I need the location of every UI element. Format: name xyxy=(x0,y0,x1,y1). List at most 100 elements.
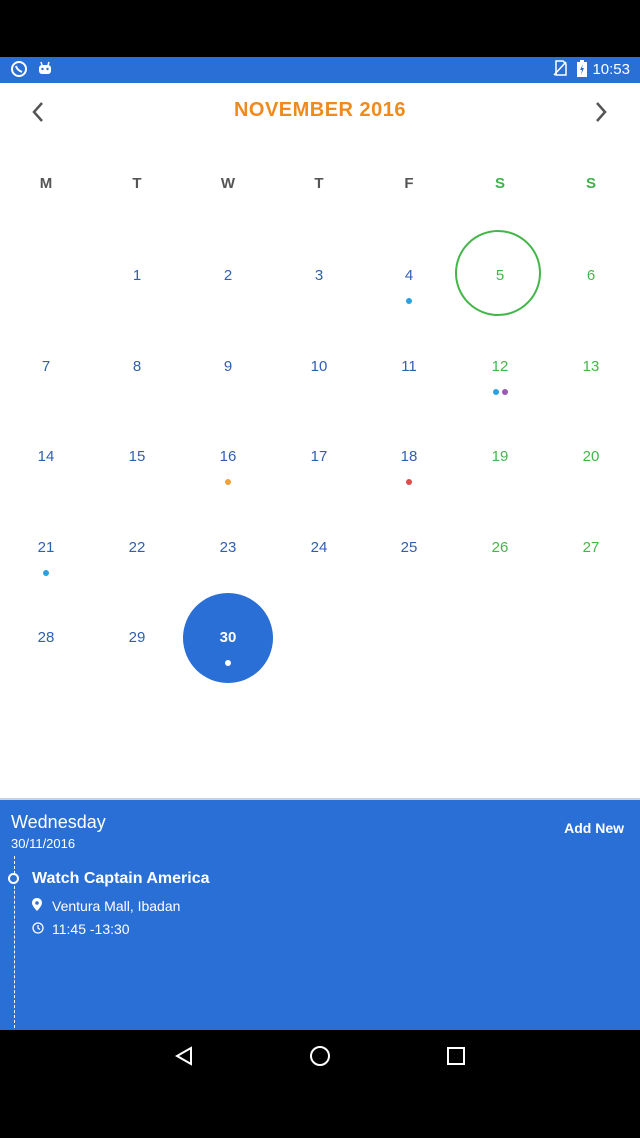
day-number: 28 xyxy=(37,629,55,646)
day-number: 27 xyxy=(582,539,600,556)
day-number: 3 xyxy=(314,267,324,284)
status-bar: 10:53 xyxy=(0,57,640,83)
event-dot xyxy=(492,389,499,395)
back-triangle-icon xyxy=(174,1046,192,1066)
event-dot xyxy=(225,479,231,485)
day-number: 14 xyxy=(37,448,55,465)
day-cell[interactable]: 11 xyxy=(379,357,439,417)
recents-square-icon xyxy=(447,1047,465,1065)
day-number: 24 xyxy=(310,539,328,556)
day-cell[interactable]: 7 xyxy=(16,357,76,417)
day-cell[interactable]: 6 xyxy=(561,266,621,326)
calendar-view: NOVEMBER 2016 MTWTFSS 1 2 3 4 5 6 7 8 9 10 11 12 13 1… xyxy=(0,83,640,798)
weekday-header: W xyxy=(220,175,236,192)
day-number: 11 xyxy=(401,358,417,375)
day-number: 13 xyxy=(582,358,600,375)
day-number: 16 xyxy=(219,448,237,465)
event-time-row: 11:45 -13:30 xyxy=(32,921,130,937)
day-cell[interactable]: 4 xyxy=(379,266,439,326)
day-cell[interactable]: 5 xyxy=(470,266,530,326)
day-number: 23 xyxy=(219,539,237,556)
month-title: NOVEMBER 2016 xyxy=(233,99,407,121)
day-number: 19 xyxy=(491,448,509,465)
day-number: 12 xyxy=(491,358,509,375)
day-number: 20 xyxy=(582,448,600,465)
day-cell[interactable]: 24 xyxy=(289,538,349,598)
clock-icon xyxy=(32,921,44,937)
day-cell[interactable]: 26 xyxy=(470,538,530,598)
day-number: 25 xyxy=(400,539,418,556)
day-number: 2 xyxy=(223,267,233,284)
timeline-node xyxy=(8,873,19,884)
weekday-header: M xyxy=(39,175,53,192)
event-dot xyxy=(43,570,49,576)
event-time: 11:45 -13:30 xyxy=(52,921,130,937)
day-number: 9 xyxy=(223,358,233,375)
no-sim-icon xyxy=(550,60,570,80)
weekday-header: T xyxy=(132,175,142,192)
next-month-button[interactable] xyxy=(583,95,619,131)
day-cell[interactable]: 8 xyxy=(107,357,167,417)
day-number: 6 xyxy=(586,267,596,284)
day-detail-panel: Wednesday 30/11/2016 Add New Watch Capta… xyxy=(0,798,640,1030)
day-number: 30 xyxy=(219,629,237,646)
day-cell[interactable]: 14 xyxy=(16,447,76,507)
day-cell[interactable]: 18 xyxy=(379,447,439,507)
event-dots xyxy=(198,479,258,485)
event-dots xyxy=(379,479,439,485)
home-circle-icon xyxy=(310,1046,330,1066)
event-title[interactable]: Watch Captain America xyxy=(32,870,210,888)
event-dot xyxy=(406,298,412,304)
event-dots xyxy=(379,298,439,304)
day-number: 18 xyxy=(400,448,418,465)
day-number: 8 xyxy=(132,358,142,375)
day-cell[interactable]: 22 xyxy=(107,538,167,598)
chevron-right-icon xyxy=(596,102,607,122)
day-number: 5 xyxy=(495,267,505,284)
selected-weekday: Wednesday xyxy=(11,812,106,832)
add-new-button[interactable]: Add New xyxy=(564,820,624,836)
location-pin-icon xyxy=(32,898,42,914)
day-cell[interactable]: 12 xyxy=(470,357,530,417)
whatsapp-icon xyxy=(9,60,29,80)
clock: 10:53 xyxy=(592,61,630,78)
navigation-bar xyxy=(0,1030,640,1138)
day-cell[interactable]: 3 xyxy=(289,266,349,326)
day-number: 4 xyxy=(404,267,414,284)
day-cell[interactable]: 10 xyxy=(289,357,349,417)
recents-button[interactable] xyxy=(436,1040,476,1072)
day-cell[interactable]: 17 xyxy=(289,447,349,507)
selected-date: 30/11/2016 xyxy=(11,836,76,851)
day-cell[interactable]: 16 xyxy=(198,447,258,507)
day-cell[interactable]: 29 xyxy=(107,628,167,688)
day-cell[interactable]: 19 xyxy=(470,447,530,507)
event-dots xyxy=(198,660,258,666)
day-cell[interactable]: 28 xyxy=(16,628,76,688)
home-button[interactable] xyxy=(300,1040,340,1072)
day-number: 7 xyxy=(41,358,51,375)
day-number: 17 xyxy=(310,448,328,465)
day-cell[interactable]: 25 xyxy=(379,538,439,598)
day-cell[interactable]: 27 xyxy=(561,538,621,598)
day-number: 21 xyxy=(37,539,55,556)
weekday-header: S xyxy=(585,175,596,192)
battery-charging-icon xyxy=(572,60,592,80)
day-cell[interactable]: 1 xyxy=(107,266,167,326)
event-dot xyxy=(501,389,508,395)
back-button[interactable] xyxy=(164,1040,204,1072)
day-cell[interactable]: 15 xyxy=(107,447,167,507)
day-number: 29 xyxy=(128,629,146,646)
event-location: Ventura Mall, Ibadan xyxy=(52,898,181,914)
day-cell[interactable]: 20 xyxy=(561,447,621,507)
day-cell[interactable]: 2 xyxy=(198,266,258,326)
day-number: 1 xyxy=(132,267,142,284)
day-cell[interactable]: 21 xyxy=(16,538,76,598)
day-cell[interactable]: 13 xyxy=(561,357,621,417)
day-cell[interactable]: 30 xyxy=(198,628,258,688)
event-dot xyxy=(406,479,412,485)
event-dots xyxy=(470,389,530,395)
day-cell[interactable]: 23 xyxy=(198,538,258,598)
weekday-header: T xyxy=(314,175,324,192)
event-location-row: Ventura Mall, Ibadan xyxy=(32,898,180,914)
day-cell[interactable]: 9 xyxy=(198,357,258,417)
